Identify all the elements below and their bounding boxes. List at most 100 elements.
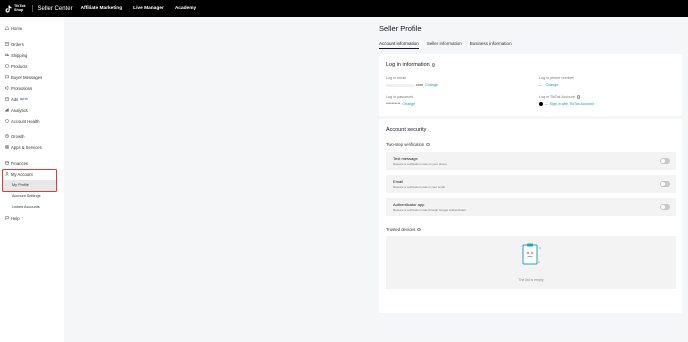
growth-icon bbox=[5, 134, 9, 138]
sidebar-item-label: Account Health bbox=[11, 118, 40, 124]
change-password-link[interactable]: Change bbox=[402, 102, 415, 106]
sidebar-item-label: Growth bbox=[11, 133, 25, 139]
tiktok-account-label-text: Log in TikTok Account bbox=[539, 95, 575, 99]
option-authenticator-app: Authenticator app Receive a verification… bbox=[386, 198, 676, 216]
info-icon[interactable]: i bbox=[431, 63, 436, 67]
sign-in-tiktok-link[interactable]: Sign in with TikTok Account bbox=[549, 102, 593, 106]
sidebar-item-finances[interactable]: Finances bbox=[5, 160, 28, 166]
sidebar-subitem-label: Account Settings bbox=[12, 194, 41, 198]
email-toggle[interactable] bbox=[660, 181, 670, 187]
sidebar-item-label: Analytics bbox=[11, 107, 28, 113]
top-bar: TikTok Shop Seller Center Affiliate Mark… bbox=[0, 0, 688, 17]
account-security-card: Account security Two-step verification i… bbox=[379, 119, 682, 313]
login-info-title: Log in information i bbox=[386, 62, 436, 68]
sidebar-item-label: Promotions bbox=[11, 85, 33, 91]
sidebar-item-home[interactable]: Home bbox=[5, 25, 22, 31]
tab-seller-information[interactable]: Seller information bbox=[427, 41, 462, 49]
products-icon bbox=[5, 64, 9, 68]
beta-badge: BETA bbox=[20, 97, 29, 101]
option-email: Email Receive a verification code in you… bbox=[386, 175, 676, 193]
ads-icon bbox=[5, 97, 9, 101]
tiktok-icon bbox=[539, 102, 543, 106]
sidebar-item-promotions[interactable]: Promotions bbox=[5, 85, 32, 91]
sidebar-item-label: Help bbox=[11, 215, 20, 221]
sidebar-subitem-linked-accounts[interactable]: Linked Accounts bbox=[12, 204, 40, 210]
sidebar-item-ads[interactable]: Ads BETA bbox=[5, 96, 28, 102]
info-icon[interactable]: i bbox=[417, 227, 421, 232]
option-name: Email bbox=[393, 179, 404, 184]
empty-clipboard-icon bbox=[520, 242, 542, 273]
sidebar-item-buyer-messages[interactable]: Buyer Messages bbox=[5, 74, 42, 80]
analytics-icon bbox=[5, 108, 9, 112]
nav-affiliate-marketing[interactable]: Affiliate Marketing bbox=[81, 6, 123, 11]
promotions-icon bbox=[5, 86, 9, 90]
sidebar-item-label: Apps & Services bbox=[11, 144, 42, 150]
phone-label: Log in phone number bbox=[539, 76, 574, 80]
email-value-row: .com Change bbox=[386, 83, 438, 87]
text-message-toggle[interactable] bbox=[660, 158, 670, 164]
help-icon bbox=[5, 216, 9, 220]
phone-value: -- bbox=[539, 83, 542, 87]
change-email-link[interactable]: Change bbox=[425, 83, 438, 87]
tab-account-information[interactable]: Account information bbox=[379, 41, 419, 49]
authenticator-toggle[interactable] bbox=[660, 204, 670, 210]
sidebar-subitem-label: Linked Accounts bbox=[12, 205, 40, 209]
password-value-row: ********** Change bbox=[386, 102, 415, 106]
option-description: Receive a verification code through Goog… bbox=[393, 208, 466, 212]
option-description: Receive a verification code in your emai… bbox=[393, 185, 445, 189]
main-content: Seller Profile Account information Selle… bbox=[64, 17, 688, 342]
nav-live-manager[interactable]: Live Manager bbox=[133, 6, 164, 11]
change-phone-link[interactable]: Change bbox=[545, 83, 558, 87]
tiktok-account-value: -- bbox=[545, 102, 548, 106]
sidebar-item-label: Orders bbox=[11, 41, 24, 47]
email-value: .com bbox=[415, 83, 423, 87]
sidebar-subitem-account-settings[interactable]: Account Settings bbox=[12, 193, 41, 199]
sidebar-item-growth[interactable]: Growth bbox=[5, 133, 25, 139]
password-label: Log in password bbox=[386, 95, 413, 99]
trusted-devices-title-text: Trusted devices bbox=[386, 227, 416, 232]
login-info-title-text: Log in information bbox=[386, 62, 430, 68]
sidebar-item-account-health[interactable]: Account Health bbox=[5, 118, 39, 124]
seller-center-title[interactable]: Seller Center bbox=[38, 6, 73, 12]
chevron-right-icon: › bbox=[21, 216, 23, 220]
sidebar-item-label: Shipping bbox=[11, 52, 28, 58]
sidebar-item-label: Home bbox=[11, 25, 23, 31]
sidebar-item-products[interactable]: Products bbox=[5, 63, 28, 69]
sidebar-item-help[interactable]: Help › bbox=[5, 215, 23, 221]
tiktok-account-label: Log in TikTok Account i bbox=[539, 95, 581, 99]
top-nav: Affiliate Marketing Live Manager Academy bbox=[81, 6, 208, 11]
logo-line-2: Shop bbox=[14, 7, 24, 12]
two-step-title: Two-step verification i bbox=[386, 142, 430, 147]
login-info-card: Log in information i Log in email .com C… bbox=[379, 54, 682, 116]
phone-value-row: -- Change bbox=[539, 83, 558, 87]
option-name: Text message bbox=[393, 156, 418, 161]
option-text-message: Text message Receive a verification code… bbox=[386, 152, 676, 170]
sidebar-item-label: Products bbox=[11, 63, 28, 69]
sidebar-item-apps-services[interactable]: Apps & Services bbox=[5, 144, 42, 150]
orders-icon bbox=[5, 42, 9, 46]
email-label: Log in email bbox=[386, 76, 406, 80]
tiktok-logo-icon bbox=[5, 5, 12, 13]
info-icon[interactable]: i bbox=[576, 95, 581, 99]
masked-email bbox=[386, 83, 414, 87]
account-security-title: Account security bbox=[386, 127, 427, 133]
tiktok-shop-logo[interactable]: TikTok Shop bbox=[5, 4, 26, 13]
sidebar-item-label: Ads bbox=[11, 96, 19, 102]
nav-academy[interactable]: Academy bbox=[175, 6, 196, 11]
sidebar-item-orders[interactable]: Orders bbox=[5, 41, 24, 47]
tab-business-information[interactable]: Business information bbox=[470, 41, 512, 49]
home-icon bbox=[5, 26, 9, 30]
sidebar-item-shipping[interactable]: Shipping bbox=[5, 52, 27, 58]
trusted-devices-list: The list is empty bbox=[386, 236, 676, 289]
profile-tabs: Account information Seller information B… bbox=[379, 41, 520, 49]
highlight-annotation bbox=[2, 169, 57, 192]
sidebar-item-analytics[interactable]: Analytics bbox=[5, 107, 28, 113]
logo-divider bbox=[31, 5, 33, 12]
sidebar-item-label: Finances bbox=[11, 160, 28, 166]
info-icon[interactable]: i bbox=[426, 142, 430, 147]
trusted-devices-title: Trusted devices i bbox=[386, 227, 421, 232]
sidebar: Home Orders Shipping Products Buyer Mess… bbox=[0, 17, 64, 342]
apps-icon bbox=[5, 145, 9, 149]
finances-icon bbox=[5, 161, 9, 165]
messages-icon bbox=[5, 75, 9, 79]
